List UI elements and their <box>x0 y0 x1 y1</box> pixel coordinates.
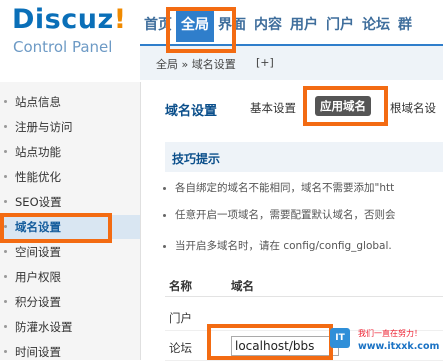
bullet-icon <box>163 245 166 248</box>
breadcrumb-path: 全局 » 域名设置 <box>156 58 236 71</box>
tab-root-domain[interactable]: 根域名设 <box>390 100 436 116</box>
logo: Discuz! <box>12 4 127 35</box>
tips-title: 技巧提示 <box>172 152 221 166</box>
nav-forum[interactable]: 论坛 <box>358 8 394 42</box>
sidebar-item-space[interactable]: 空间设置 <box>0 240 140 264</box>
column-domain-header: 域名 <box>231 279 254 293</box>
sidebar-item-site-info[interactable]: 站点信息 <box>0 90 140 114</box>
tip-line: 当开启多域名时，请在 config/config_global. <box>175 240 392 252</box>
bullet-icon <box>4 175 7 178</box>
sidebar-item-label: 积分设置 <box>15 295 61 309</box>
sidebar-item-label: 站点信息 <box>15 95 61 109</box>
sidebar-item-label: 防灌水设置 <box>15 320 73 334</box>
page-title: 域名设置 <box>165 104 218 119</box>
tip-line: 任意开启一项域名，需要配置默认域名，否则会 <box>175 209 396 221</box>
sidebar-item-permissions[interactable]: 用户权限 <box>0 265 140 289</box>
sidebar-item-seo[interactable]: SEO设置 <box>0 190 140 214</box>
bullet-icon <box>4 300 7 303</box>
sidebar-item-label: 注册与访问 <box>15 120 73 134</box>
watermark-slogan: 我们一直在努力！ <box>358 329 422 338</box>
sidebar-item-credits[interactable]: 积分设置 <box>0 290 140 314</box>
sidebar-item-label: 空间设置 <box>15 245 61 259</box>
sidebar-item-performance[interactable]: 性能优化 <box>0 165 140 189</box>
bullet-icon <box>4 100 7 103</box>
tab-basic-settings[interactable]: 基本设置 <box>250 100 296 116</box>
sidebar-item-label: 时间设置 <box>15 345 61 359</box>
bullet-icon <box>163 214 166 217</box>
highlight-box-tab <box>303 86 388 126</box>
main-content: 域名设置 基本设置 应用域名 根域名设 技巧提示 各自绑定的域名不能相同，域名不… <box>141 82 443 361</box>
bullet-icon <box>4 250 7 253</box>
sidebar-item-time[interactable]: 时间设置 <box>0 340 140 364</box>
bullet-icon <box>4 275 7 278</box>
bullet-icon <box>4 200 7 203</box>
watermark: IT 我们一直在努力！ www.itxxk.com <box>330 328 443 358</box>
column-name-header: 名称 <box>169 279 192 293</box>
sidebar-item-label: 站点功能 <box>15 145 61 159</box>
nav-content[interactable]: 内容 <box>250 8 286 42</box>
highlight-box-nav <box>166 7 236 53</box>
tip-line: 各自绑定的域名不能相同，域名不需要添加"htt <box>175 182 395 194</box>
bullet-icon <box>4 125 7 128</box>
breadcrumb-add-button[interactable]: [+] <box>256 56 274 69</box>
sidebar-item-label: SEO设置 <box>15 195 62 209</box>
nav-group[interactable]: 群 <box>394 8 416 42</box>
bullet-icon <box>4 150 7 153</box>
bullet-icon <box>163 187 166 190</box>
nav-users[interactable]: 用户 <box>286 8 322 42</box>
bullet-icon <box>4 350 7 353</box>
tips-header: 技巧提示 <box>165 142 443 172</box>
sidebar-item-label: 用户权限 <box>15 270 61 284</box>
sidebar-item-register[interactable]: 注册与访问 <box>0 115 140 139</box>
sidebar-item-label: 性能优化 <box>15 170 61 184</box>
bullet-icon <box>4 325 7 328</box>
nav-portal[interactable]: 门户 <box>322 8 358 42</box>
logo-subtitle: Control Panel <box>13 38 113 56</box>
watermark-logo-icon: IT <box>330 328 350 348</box>
sidebar-item-anti-spam[interactable]: 防灌水设置 <box>0 315 140 339</box>
table-header: 名称 域名 <box>165 274 443 297</box>
highlight-box-input <box>207 324 333 360</box>
highlight-box-sidebar <box>0 213 112 243</box>
row-name: 门户 <box>169 311 192 325</box>
row-name: 论坛 <box>169 341 192 355</box>
watermark-url: www.itxxk.com <box>358 341 440 352</box>
sidebar-item-site-features[interactable]: 站点功能 <box>0 140 140 164</box>
